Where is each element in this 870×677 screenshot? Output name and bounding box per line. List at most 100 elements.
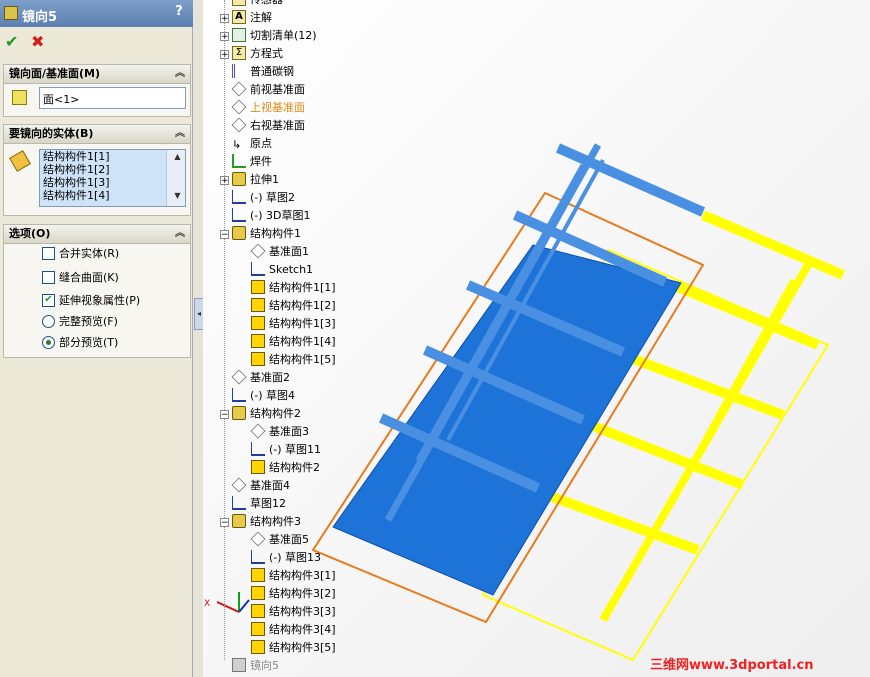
- tree-item[interactable]: 基准面3: [250, 423, 309, 441]
- scroll-up-icon[interactable]: ▲: [170, 150, 185, 163]
- tree-item[interactable]: 右视基准面: [231, 117, 305, 135]
- tree-item-label: 结构构件3[4]: [269, 623, 336, 636]
- bodies-group-header[interactable]: 要镜向的实体(B) ︽: [4, 125, 190, 144]
- tree-item[interactable]: Σ 方程式: [232, 45, 283, 63]
- tree-item[interactable]: 结构构件3[5]: [251, 639, 336, 657]
- tree-item[interactable]: 结构构件3[1]: [251, 567, 336, 585]
- tree-item[interactable]: 基准面2: [231, 369, 290, 387]
- expand-toggle-icon[interactable]: −: [220, 230, 229, 240]
- options-group-header[interactable]: 选项(O) ︽: [4, 225, 190, 244]
- help-button[interactable]: ?: [171, 4, 187, 22]
- tree-item-label: 原点: [250, 137, 272, 150]
- tree-item[interactable]: (-) 草图4: [232, 387, 295, 405]
- tree-item[interactable]: 拉伸1: [232, 171, 279, 189]
- expand-toggle-icon[interactable]: +: [220, 32, 229, 42]
- mirror-face-field[interactable]: 面<1>: [39, 87, 186, 109]
- equation-icon: Σ: [232, 46, 246, 60]
- mirror-face-group: 镜向面/基准面(M) ︽ 面<1>: [3, 64, 191, 117]
- tree-item[interactable]: 结构构件1[4]: [251, 333, 336, 351]
- full-preview-option[interactable]: 完整预览(F): [42, 314, 118, 330]
- tree-item[interactable]: 结构构件2: [232, 405, 301, 423]
- merge-solids-option[interactable]: 合并实体(R): [42, 246, 119, 262]
- mirror-face-value: 面<1>: [43, 93, 80, 106]
- plane-icon: [231, 477, 247, 493]
- collapse-chevron-icon[interactable]: ︽: [175, 225, 185, 243]
- tree-item[interactable]: 结构构件1: [232, 225, 301, 243]
- material-icon: [232, 64, 246, 78]
- list-item[interactable]: 结构构件1[1]: [40, 150, 185, 163]
- tree-item-label: 结构构件2: [250, 407, 301, 420]
- partial-preview-option[interactable]: 部分预览(T): [42, 335, 118, 351]
- body-icon: [251, 280, 265, 294]
- tree-item[interactable]: 草图12: [232, 495, 286, 513]
- list-item[interactable]: 结构构件1[2]: [40, 163, 185, 176]
- tree-item[interactable]: 镜向5: [232, 657, 279, 675]
- tree-item[interactable]: 结构构件3: [232, 513, 301, 531]
- tree-item[interactable]: 结构构件1[2]: [251, 297, 336, 315]
- full-preview-radio[interactable]: [42, 314, 55, 328]
- tree-item[interactable]: 结构构件2: [251, 459, 320, 477]
- expand-toggle-icon[interactable]: −: [220, 518, 229, 528]
- body-icon: [251, 586, 265, 600]
- tree-item[interactable]: 基准面4: [231, 477, 290, 495]
- expand-toggle-icon[interactable]: +: [220, 176, 229, 186]
- tree-item[interactable]: 焊件: [232, 153, 272, 171]
- knit-surfaces-label: 缝合曲面(K): [59, 271, 119, 284]
- tree-item[interactable]: 基准面5: [250, 531, 309, 549]
- tree-item[interactable]: 前视基准面: [231, 81, 305, 99]
- bodies-to-mirror-group: 要镜向的实体(B) ︽ 结构构件1[1] 结构构件1[2] 结构构件1[3] 结…: [3, 124, 191, 216]
- tree-item[interactable]: Sketch1: [251, 261, 313, 279]
- x-icon: ✖: [31, 32, 45, 51]
- mirror-feature-icon: [4, 6, 18, 20]
- tree-item-label: 结构构件3[1]: [269, 569, 336, 582]
- structural-member-icon: [232, 514, 246, 528]
- knit-surfaces-option[interactable]: 缝合曲面(K): [42, 270, 119, 286]
- tree-item[interactable]: 结构构件1[5]: [251, 351, 336, 369]
- tree-item[interactable]: (-) 3D草图1: [232, 207, 311, 225]
- tree-item[interactable]: 切割清单(12): [232, 27, 317, 45]
- body-icon: [251, 460, 265, 474]
- tree-item[interactable]: 传感器: [232, 0, 283, 9]
- propagate-visual-option[interactable]: ✔ 延伸视象属性(P): [42, 293, 140, 309]
- tree-item[interactable]: ↳ 原点: [232, 135, 272, 153]
- tree-item[interactable]: 上视基准面: [231, 99, 305, 117]
- merge-solids-checkbox[interactable]: [42, 246, 55, 260]
- body-icon: [251, 640, 265, 654]
- list-item[interactable]: 结构构件1[4]: [40, 189, 185, 202]
- knit-surfaces-checkbox[interactable]: [42, 270, 55, 284]
- plane-icon: [250, 423, 266, 439]
- ok-button[interactable]: ✔: [5, 32, 18, 51]
- tree-item-label: Sketch1: [269, 263, 314, 276]
- tree-item[interactable]: 普通碳钢: [232, 63, 294, 81]
- tree-item[interactable]: (-) 草图11: [251, 441, 321, 459]
- tree-item[interactable]: (-) 草图13: [251, 549, 321, 567]
- tree-item[interactable]: 结构构件3[3]: [251, 603, 336, 621]
- tree-item-label: 基准面2: [250, 371, 290, 384]
- collapse-chevron-icon[interactable]: ︽: [175, 125, 185, 143]
- tree-item[interactable]: 结构构件1[1]: [251, 279, 336, 297]
- expand-toggle-icon[interactable]: +: [220, 50, 229, 60]
- tree-item-label: 结构构件3[3]: [269, 605, 336, 618]
- mirror-face-group-header[interactable]: 镜向面/基准面(M) ︽: [4, 65, 190, 84]
- expand-toggle-icon[interactable]: +: [220, 14, 229, 24]
- tree-item-label: 基准面5: [269, 533, 309, 546]
- annotation-icon: A: [232, 10, 246, 24]
- collapse-chevron-icon[interactable]: ︽: [175, 65, 185, 83]
- expand-toggle-icon[interactable]: −: [220, 410, 229, 420]
- propagate-visual-checkbox[interactable]: ✔: [42, 293, 55, 307]
- tree-item[interactable]: A 注解: [232, 9, 272, 27]
- list-item[interactable]: 结构构件1[3]: [40, 176, 185, 189]
- bodies-list-scrollbar[interactable]: ▲ ▼: [166, 150, 185, 206]
- tree-item[interactable]: 结构构件3[4]: [251, 621, 336, 639]
- cancel-button[interactable]: ✖: [31, 32, 44, 51]
- tree-item[interactable]: 基准面1: [250, 243, 309, 261]
- partial-preview-radio[interactable]: [42, 335, 55, 349]
- tree-item[interactable]: 结构构件1[3]: [251, 315, 336, 333]
- bodies-list[interactable]: 结构构件1[1] 结构构件1[2] 结构构件1[3] 结构构件1[4] ▲ ▼: [39, 149, 186, 207]
- mirror-face-group-title: 镜向面/基准面(M): [9, 67, 101, 80]
- tree-item-label: 基准面1: [269, 245, 309, 258]
- tree-item[interactable]: (-) 草图2: [232, 189, 295, 207]
- tree-item[interactable]: 结构构件3[2]: [251, 585, 336, 603]
- weldment-icon: [232, 154, 246, 168]
- scroll-down-icon[interactable]: ▼: [170, 189, 185, 202]
